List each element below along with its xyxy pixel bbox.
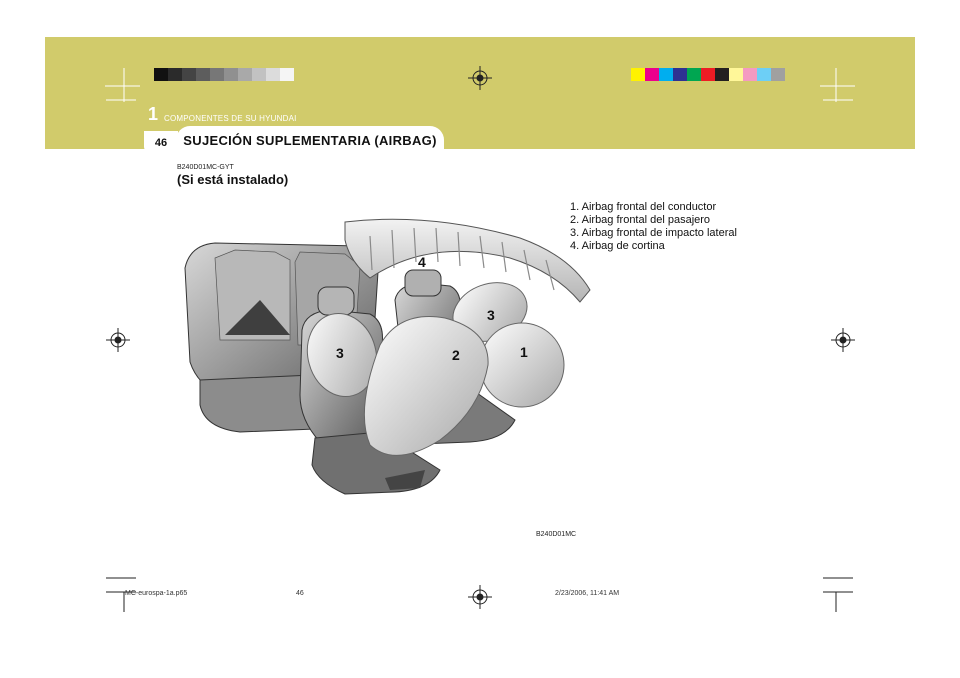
manual-page: 1 COMPONENTES DE SU HYUNDAI 46 SUJECIÓN … — [0, 0, 960, 678]
callout-4: 4 — [418, 254, 426, 270]
callout-1: 1 — [520, 344, 528, 360]
figure-code: B240D01MC — [536, 531, 577, 538]
driver-airbag — [479, 322, 565, 408]
curtain-airbag — [344, 218, 591, 303]
callout-3-front: 3 — [487, 307, 495, 323]
callout-3-rear: 3 — [336, 345, 344, 361]
callout-2: 2 — [452, 347, 460, 363]
footer-filename: MC-eurospa-1a.p65 — [125, 590, 188, 597]
footer-page: 46 — [296, 590, 304, 597]
footer-date: 2/23/2006, 11:41 AM — [555, 590, 620, 597]
airbag-illustration: 4 3 3 2 1 — [184, 218, 591, 495]
